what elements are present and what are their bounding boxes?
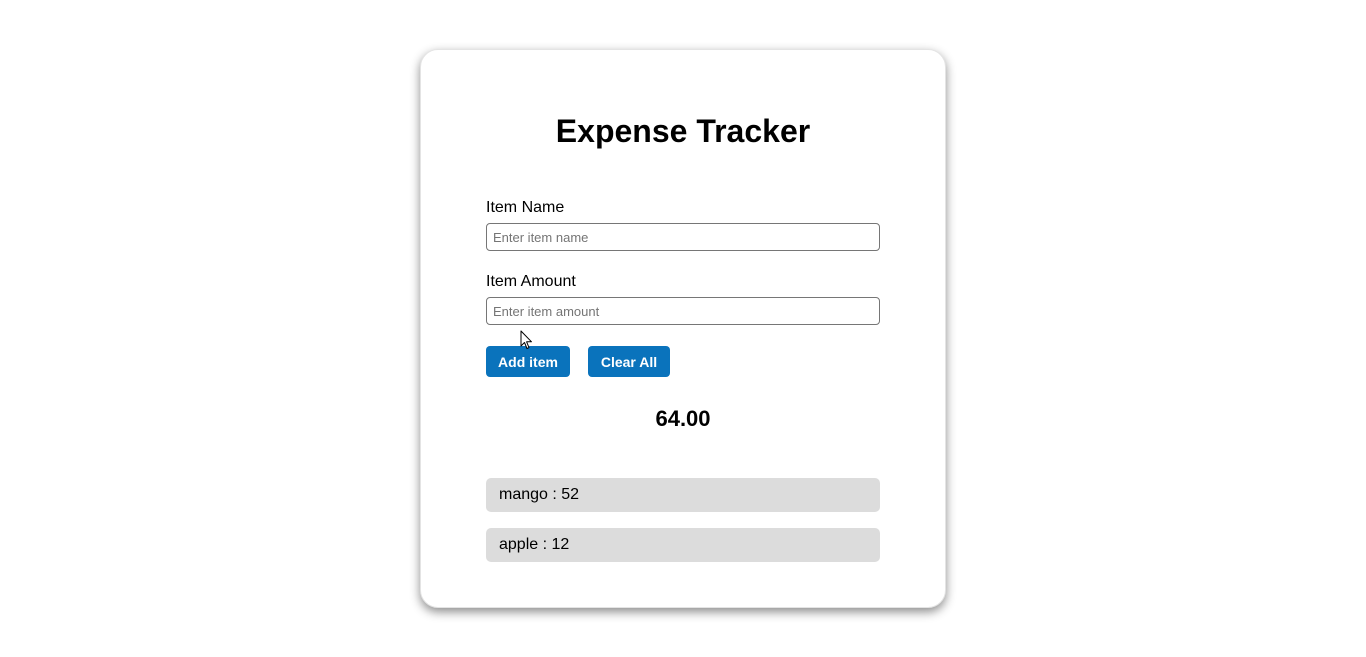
item-name-input[interactable] (486, 223, 880, 251)
expense-list-item: mango : 52 (486, 478, 880, 512)
item-amount-label: Item Amount (486, 273, 576, 290)
total-amount: 64.00 (655, 406, 711, 431)
expense-list-item: apple : 12 (486, 528, 880, 562)
add-item-button[interactable]: Add item (486, 346, 570, 377)
item-amount-input[interactable] (486, 297, 880, 325)
mouse-pointer-icon (520, 330, 532, 349)
expense-list: mango : 52 apple : 12 (486, 478, 880, 578)
item-name-label: Item Name (486, 199, 565, 216)
clear-all-button[interactable]: Clear All (588, 346, 670, 377)
expense-tracker-card: Expense Tracker Item Name Item Amount Ad… (420, 49, 946, 608)
page-title: Expense Tracker (555, 113, 811, 149)
